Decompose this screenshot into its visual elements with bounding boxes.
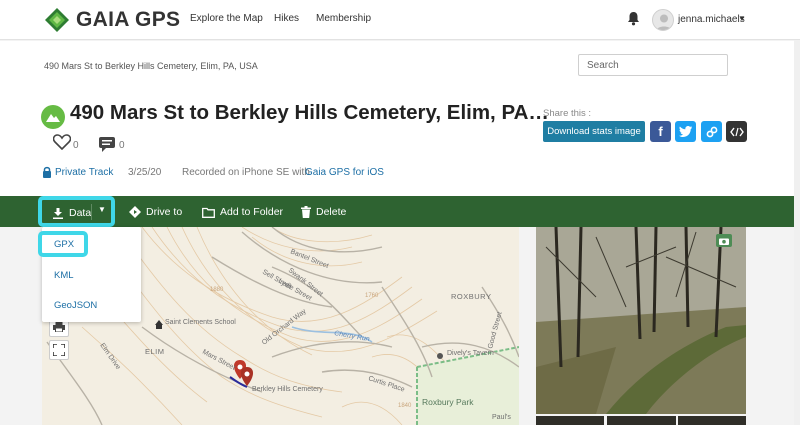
- gaia-mountain-icon: [45, 8, 69, 32]
- comment-count: 0: [119, 140, 125, 151]
- track-end-pin: [240, 367, 254, 386]
- comment-icon[interactable]: [98, 136, 116, 152]
- button-divider: [91, 204, 92, 220]
- download-stats-button[interactable]: Download stats image: [543, 121, 645, 142]
- menu-item-kml[interactable]: KML: [54, 270, 74, 281]
- heart-icon[interactable]: [53, 134, 71, 150]
- map-label-place: Berkley Hills Cemetery: [252, 386, 323, 393]
- photo-thumbnail[interactable]: [607, 416, 676, 425]
- top-navbar: GAIA GPS Explore the Map Hikes Membershi…: [0, 0, 800, 40]
- download-icon: [53, 207, 63, 219]
- map-contour-label: 1880: [210, 287, 224, 293]
- track-date: 3/25/20: [128, 167, 162, 178]
- menu-item-gpx-label: GPX: [54, 239, 75, 250]
- facebook-icon[interactable]: f: [650, 121, 671, 142]
- lock-icon: [43, 166, 51, 178]
- breadcrumb: 490 Mars St to Berkley Hills Cemetery, E…: [44, 61, 258, 71]
- drive-to-label: Drive to: [146, 206, 183, 218]
- map-contour-label: 1840: [398, 403, 412, 409]
- fullscreen-icon: [53, 344, 65, 356]
- page-title: 490 Mars St to Berkley Hills Cemetery, E…: [70, 101, 549, 124]
- action-bar: Data ▼ Drive to Add to Folder Delete: [0, 196, 800, 227]
- map-label-place: Saint Clements School: [165, 319, 236, 326]
- map-label-place: Paul's: [492, 414, 511, 421]
- map-label-street: Good Street: [487, 311, 504, 349]
- user-icon: [656, 14, 672, 30]
- drive-to-button[interactable]: Drive to: [129, 206, 182, 218]
- map-label-place: ELIM: [145, 347, 165, 356]
- track-photo[interactable]: [536, 227, 746, 414]
- share-label: Share this :: [543, 108, 592, 119]
- map-label-street: Elm Drive: [98, 342, 121, 371]
- forest-photo: [536, 227, 746, 414]
- map-label-park: Roxbury Park: [422, 397, 474, 407]
- delete-button[interactable]: Delete: [301, 206, 346, 218]
- camera-icon: [716, 234, 732, 247]
- bell-icon[interactable]: [627, 11, 640, 26]
- privacy-link[interactable]: Private Track: [55, 167, 113, 178]
- twitter-icon[interactable]: [675, 121, 696, 142]
- username[interactable]: jenna.michaels: [678, 14, 745, 25]
- data-button-label: Data: [69, 207, 92, 219]
- map-label-place: Dively's Tavern: [447, 350, 494, 357]
- add-to-folder-button[interactable]: Add to Folder: [202, 206, 283, 218]
- fullscreen-button[interactable]: [49, 340, 69, 360]
- photo-thumbnail[interactable]: [678, 416, 746, 425]
- caret-down-icon[interactable]: ▼: [98, 205, 106, 214]
- nav-membership[interactable]: Membership: [316, 13, 371, 24]
- folder-icon: [202, 207, 215, 218]
- map-label-place: ROXBURY: [451, 292, 491, 301]
- nav-hikes[interactable]: Hikes: [274, 13, 299, 24]
- embed-icon[interactable]: [726, 121, 747, 142]
- map-contour-label: 1760: [365, 293, 379, 299]
- brand-name: GAIA GPS: [76, 8, 181, 31]
- map-label-street: Curtis Place: [367, 375, 405, 393]
- track-header: 490 Mars St to Berkley Hills Cemetery, E…: [0, 41, 800, 196]
- avatar[interactable]: [652, 9, 674, 31]
- app-link[interactable]: Gaia GPS for iOS: [305, 167, 384, 178]
- school-marker-icon: [155, 320, 163, 329]
- data-button[interactable]: Data ▼: [38, 196, 115, 227]
- tavern-marker-icon: [437, 353, 443, 359]
- track-type-icon: [41, 105, 65, 129]
- delete-label: Delete: [316, 206, 347, 218]
- chevron-down-icon[interactable]: ▼: [738, 14, 746, 23]
- add-to-folder-label: Add to Folder: [220, 206, 284, 218]
- menu-item-geojson[interactable]: GeoJSON: [54, 300, 97, 311]
- map-label-street: Mars Street: [201, 349, 236, 372]
- trash-icon: [301, 206, 311, 218]
- like-count: 0: [73, 140, 79, 151]
- directions-icon: [129, 206, 141, 218]
- nav-explore-map[interactable]: Explore the Map: [190, 13, 263, 24]
- menu-item-gpx[interactable]: GPX: [38, 231, 88, 257]
- page-scrollbar[interactable]: [794, 40, 800, 425]
- photo-thumbnail[interactable]: [536, 416, 604, 425]
- link-icon[interactable]: [701, 121, 722, 142]
- search-input[interactable]: [578, 54, 728, 76]
- print-icon: [53, 322, 65, 332]
- recorded-text: Recorded on iPhone SE with: [182, 167, 310, 178]
- gaia-logo[interactable]: GAIA GPS: [44, 7, 180, 33]
